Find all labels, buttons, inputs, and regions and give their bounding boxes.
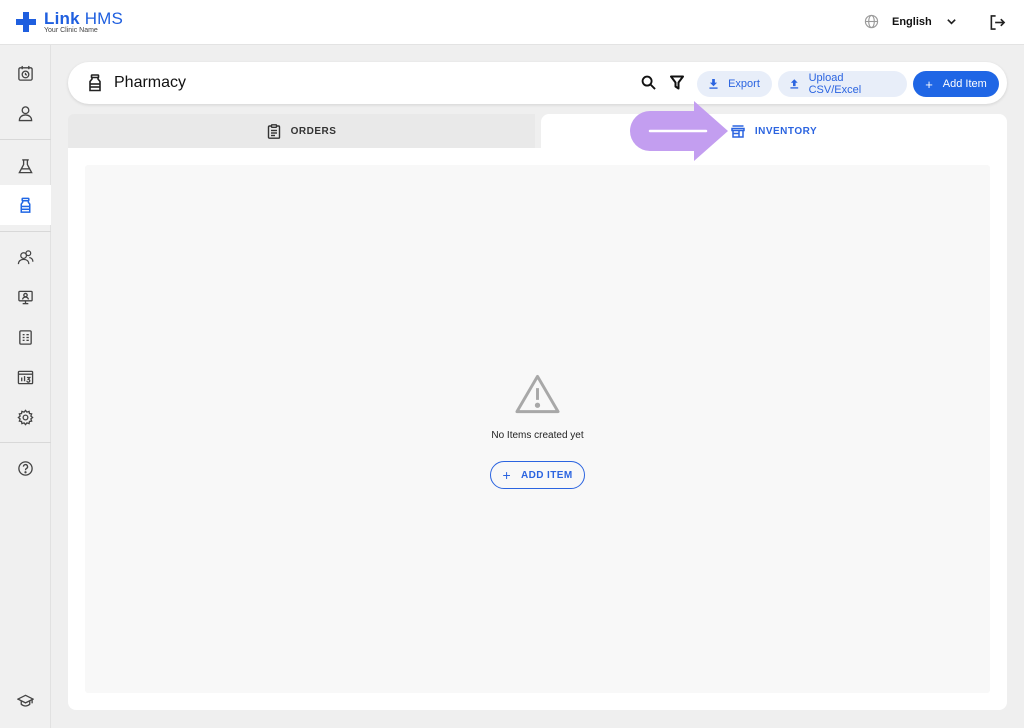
pharmacy-bottle-icon: [89, 74, 101, 92]
top-bar: Link HMS Your Clinic Name English: [0, 0, 1024, 45]
export-label: Export: [728, 78, 760, 90]
brand-subtitle: Your Clinic Name: [44, 27, 98, 34]
sidebar-item-monitor[interactable]: [0, 277, 51, 317]
empty-add-item-button[interactable]: + ADD ITEM: [490, 461, 585, 489]
empty-state-message: No Items created yet: [491, 430, 584, 441]
sidebar-item-analytics[interactable]: [0, 357, 51, 397]
plus-icon: +: [925, 76, 933, 92]
tab-orders-label: ORDERS: [290, 125, 337, 137]
graduation-cap-icon: [17, 694, 34, 707]
brand[interactable]: Link HMS Your Clinic Name: [16, 10, 123, 35]
pharmacy-bottle-icon: [20, 197, 31, 213]
calendar-clock-icon: [18, 65, 33, 81]
sidebar-item-patients[interactable]: [0, 93, 51, 133]
chevron-down-icon: [946, 19, 956, 25]
report-list-icon: [19, 329, 32, 345]
inventory-content: No Items created yet + ADD ITEM: [68, 148, 1007, 710]
upload-label: Upload CSV/Excel: [808, 72, 862, 96]
empty-add-item-label: ADD ITEM: [521, 469, 573, 481]
upload-csv-button[interactable]: Upload CSV/Excel: [778, 71, 907, 97]
lab-flask-icon: [18, 158, 33, 173]
sidebar-item-laboratory[interactable]: [0, 146, 51, 186]
settings-gear-icon: [17, 408, 34, 426]
filter-icon[interactable]: [670, 75, 684, 90]
annotation-arrow-icon: [630, 101, 728, 161]
plus-icon: +: [502, 467, 512, 483]
tab-orders[interactable]: ORDERS: [68, 114, 535, 148]
logout-icon[interactable]: [989, 14, 1006, 31]
page-header: Pharmacy Export Upload CSV/Excel + Add I…: [68, 62, 1007, 104]
add-item-button[interactable]: + Add Item: [913, 71, 999, 97]
tab-inventory[interactable]: INVENTORY: [541, 114, 1007, 148]
page-title: Pharmacy: [114, 74, 187, 91]
sidebar: [0, 45, 51, 728]
language-label: English: [892, 15, 932, 28]
add-item-label: Add Item: [942, 78, 987, 90]
help-icon: [18, 460, 33, 476]
download-icon: [709, 79, 718, 89]
analytics-chart-icon: [17, 370, 34, 384]
sidebar-item-settings[interactable]: [0, 397, 51, 437]
user-icon: [18, 105, 33, 121]
monitor-user-icon: [18, 290, 33, 304]
sidebar-item-help[interactable]: [0, 448, 51, 488]
clipboard-list-icon: [267, 123, 280, 139]
tab-inventory-label: INVENTORY: [754, 125, 818, 137]
sidebar-item-education[interactable]: [0, 680, 51, 720]
sidebar-item-reports[interactable]: [0, 317, 51, 357]
export-button[interactable]: Export: [697, 71, 772, 97]
search-icon[interactable]: [641, 75, 656, 90]
warning-icon: [515, 374, 560, 414]
brand-name: Link HMS: [44, 9, 124, 28]
store-icon: [731, 124, 745, 138]
globe-icon: [864, 14, 879, 29]
empty-state-panel: No Items created yet + ADD ITEM: [85, 165, 990, 693]
upload-icon: [790, 79, 799, 89]
brand-logo-icon: [16, 12, 36, 32]
sidebar-item-pharmacy[interactable]: [0, 185, 51, 225]
sidebar-item-appointments[interactable]: [0, 53, 51, 93]
language-selector[interactable]: English: [864, 14, 957, 29]
users-icon: [17, 249, 34, 264]
sidebar-item-staff[interactable]: [0, 237, 51, 277]
